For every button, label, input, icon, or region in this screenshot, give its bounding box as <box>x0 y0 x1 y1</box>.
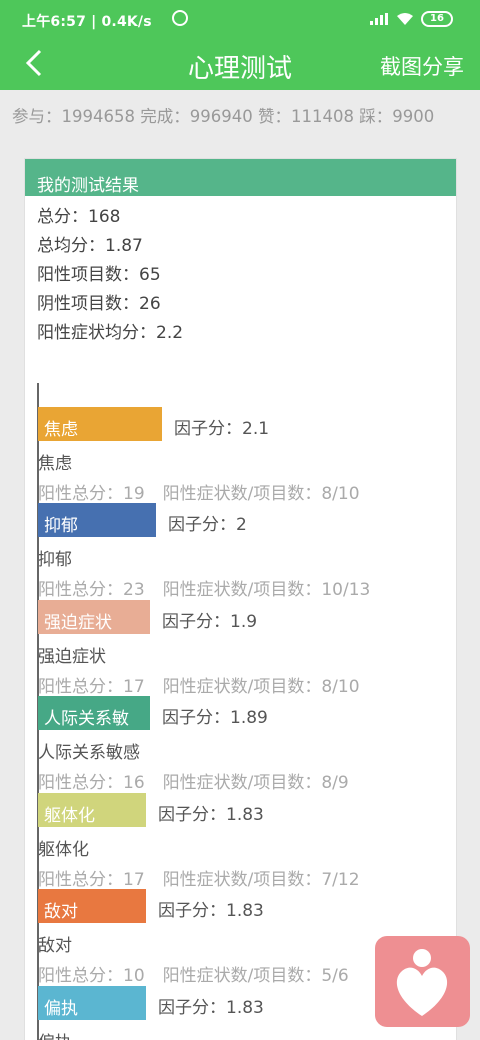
heart-app-button[interactable] <box>375 936 470 1027</box>
factor-positive-total: 阳性总分：10 <box>38 966 145 986</box>
likes-count: 111408 <box>291 107 354 126</box>
factor-detail: 阳性总分：23 阳性症状数/项目数：10/13 <box>38 575 370 600</box>
alarm-icon <box>172 10 188 26</box>
summary-positive-average: 阳性症状均分：2.2 <box>37 323 184 343</box>
participants-count: 1994658 <box>61 107 136 126</box>
factor-detail: 阳性总分：17 阳性症状数/项目数：8/10 <box>38 672 360 697</box>
heart-icon <box>396 949 448 1016</box>
factor-name: 强迫症状 <box>38 647 106 667</box>
summary-average: 总均分：1.87 <box>37 236 143 256</box>
result-summary: 总分：168 总均分：1.87 阳性项目数：65 阴性项目数：26 阳性症状均分… <box>25 196 456 348</box>
factor-name: 焦虑 <box>38 454 72 474</box>
app-bar: 心理测试 截图分享 <box>0 36 480 90</box>
factor-ratio: 阳性症状数/项目数：7/12 <box>162 870 360 890</box>
signal-icon <box>370 13 388 25</box>
factor-score: 因子分：1.83 <box>158 805 264 825</box>
factor-bar: 抑郁 <box>38 503 156 537</box>
summary-negative-count: 阴性项目数：26 <box>37 294 161 314</box>
factor-detail: 阳性总分：17 阳性症状数/项目数：7/12 <box>38 865 360 890</box>
dislikes-count: 9900 <box>392 107 435 126</box>
factor-ratio: 阳性症状数/项目数：10/13 <box>162 580 371 600</box>
result-card: 我的测试结果 总分：168 总均分：1.87 阳性项目数：65 阴性项目数：26… <box>24 158 457 1040</box>
factor-positive-total: 阳性总分：19 <box>38 484 145 504</box>
dislikes-label: 踩： <box>359 107 393 126</box>
screenshot-share-button[interactable]: 截图分享 <box>380 51 464 81</box>
likes-label: 赞： <box>258 107 291 126</box>
factor-score: 因子分：2.1 <box>174 419 270 439</box>
factor-positive-total: 阳性总分：23 <box>38 580 145 600</box>
factor-detail: 阳性总分：19 阳性症状数/项目数：8/10 <box>38 479 360 504</box>
factor-positive-total: 阳性总分：17 <box>38 870 145 890</box>
factor-name: 人际关系敏感 <box>38 743 140 763</box>
status-bar: 上午6:57 | 0.4K/s 16 <box>0 0 480 36</box>
wifi-icon <box>397 13 413 25</box>
factor-bar: 强迫症状 <box>38 600 150 634</box>
summary-total: 总分：168 <box>37 207 121 227</box>
factor-bar: 偏执 <box>38 986 146 1020</box>
factor-name: 抑郁 <box>38 550 72 570</box>
factor-bar: 人际关系敏 <box>38 696 150 730</box>
factor-ratio: 阳性症状数/项目数：8/9 <box>162 773 349 793</box>
factor-detail: 阳性总分：16 阳性症状数/项目数：8/9 <box>38 768 349 793</box>
factor-ratio: 阳性症状数/项目数：5/6 <box>162 966 349 986</box>
factor-ratio: 阳性症状数/项目数：8/10 <box>162 677 360 697</box>
factor-score: 因子分：1.89 <box>162 708 268 728</box>
factor-name: 偏执 <box>38 1028 72 1040</box>
summary-positive-count: 阳性项目数：65 <box>37 265 161 285</box>
factor-score: 因子分：1.9 <box>162 612 258 632</box>
completed-count: 996940 <box>189 107 253 126</box>
factor-score: 因子分：2 <box>168 515 247 535</box>
factor-detail: 阳性总分：10 阳性症状数/项目数：5/6 <box>38 961 349 986</box>
factor-ratio: 阳性症状数/项目数：8/10 <box>162 484 360 504</box>
factor-name: 躯体化 <box>38 840 89 860</box>
factor-score: 因子分：1.83 <box>158 901 264 921</box>
factor-name: 敌对 <box>38 936 72 956</box>
factor-bar: 焦虑 <box>38 407 162 441</box>
status-time-speed: 上午6:57 | 0.4K/s <box>22 14 152 30</box>
participants-label: 参与： <box>12 107 62 126</box>
factor-bar: 躯体化 <box>38 793 146 827</box>
battery-icon: 16 <box>421 11 453 27</box>
completed-label: 完成： <box>140 107 190 126</box>
factor-positive-total: 阳性总分：17 <box>38 677 145 697</box>
factor-positive-total: 阳性总分：16 <box>38 773 145 793</box>
result-card-header: 我的测试结果 <box>25 159 456 196</box>
stats-line: 参与：1994658 完成：996940 赞：111408 踩：9900 <box>12 103 434 127</box>
factor-bar: 敌对 <box>38 889 146 923</box>
factor-score: 因子分：1.83 <box>158 998 264 1018</box>
